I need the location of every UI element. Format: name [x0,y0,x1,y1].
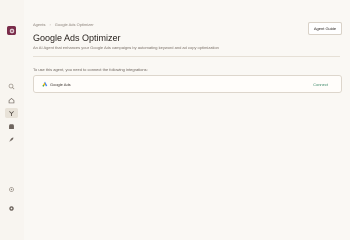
breadcrumb-root[interactable]: Agents [33,22,45,27]
integrations-intro: To use this agent, you need to connect t… [33,67,148,72]
logo-mark-icon [9,28,14,33]
sidebar-item-rocket[interactable] [5,134,18,144]
home-icon [8,97,15,103]
sidebar-item-settings[interactable] [5,184,18,194]
integration-name: Google Ads [50,82,71,87]
google-ads-icon [42,81,48,87]
sidebar-item-home[interactable] [5,95,18,105]
page-subtitle: An AI Agent that enhances your Google Ad… [33,45,219,50]
app-window: Agents › Google Ads Optimizer Agent Guid… [0,0,350,240]
main-content: Agents › Google Ads Optimizer Agent Guid… [24,0,350,240]
page-title: Google Ads Optimizer [33,33,121,43]
agent-guide-button[interactable]: Agent Guide [308,22,342,35]
breadcrumb-current: Google Ads Optimizer [54,22,94,27]
integration-row-google-ads: Google Ads Connect [33,75,342,93]
search-icon [8,83,15,89]
help-icon [9,205,14,211]
sidebar-item-search[interactable] [5,81,18,91]
divider [33,56,340,57]
rocket-icon [9,137,14,142]
agents-icon [9,110,14,116]
settings-icon [9,186,14,192]
sidebar [0,0,24,240]
store-icon [9,123,14,129]
app-logo[interactable] [7,26,16,35]
sidebar-item-store[interactable] [5,121,18,131]
sidebar-item-agents[interactable] [5,108,18,118]
connect-button[interactable]: Connect [313,82,328,87]
sidebar-item-help[interactable] [5,203,18,213]
breadcrumb: Agents › Google Ads Optimizer [33,22,94,27]
chevron-right-icon: › [49,22,51,27]
